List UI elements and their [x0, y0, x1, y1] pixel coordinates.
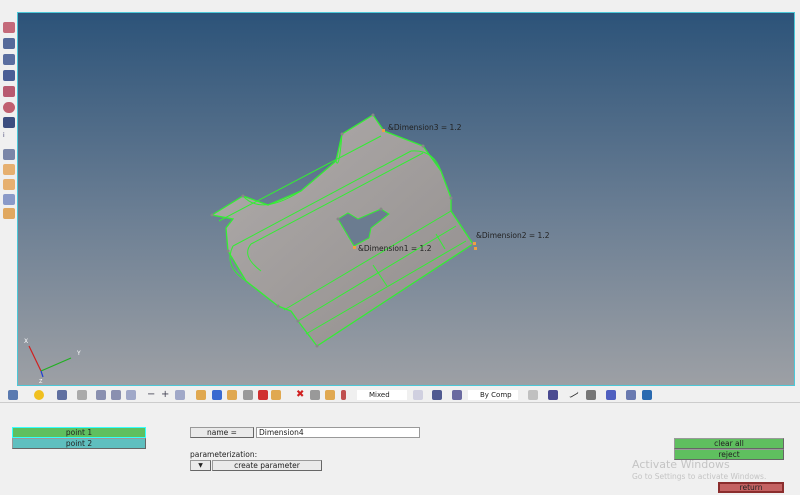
label-icon[interactable]	[3, 164, 15, 175]
display-mode-select[interactable]: Mixed	[357, 390, 407, 400]
link-icon[interactable]	[3, 194, 15, 205]
redo-icon[interactable]	[175, 390, 185, 400]
wireframe-icon[interactable]	[528, 390, 538, 400]
color-mode-select[interactable]: By Comp	[468, 390, 518, 400]
graphics-viewport[interactable]: X Y Z &Dimension3 = 1.2 &Dimension2 = 1.…	[17, 12, 795, 386]
axis-y-label: Y	[76, 350, 81, 357]
lasso-icon[interactable]	[413, 390, 423, 400]
surface-icon[interactable]	[432, 390, 442, 400]
parameterization-label: parameterization:	[190, 450, 258, 459]
folder-icon[interactable]	[227, 390, 237, 400]
folder-icon[interactable]	[325, 390, 335, 400]
dimension1-label[interactable]: &Dimension1 = 1.2	[358, 244, 431, 253]
dimension2-label[interactable]: &Dimension2 = 1.2	[476, 231, 549, 240]
undo-icon[interactable]	[126, 390, 136, 400]
info-icon[interactable]: i	[3, 132, 15, 143]
nodes-icon[interactable]	[626, 390, 636, 400]
label-icon[interactable]	[3, 179, 15, 190]
part-surface	[210, 114, 474, 347]
axis-triad	[28, 345, 72, 378]
arrow-right-icon[interactable]	[111, 390, 121, 400]
view-icon[interactable]	[3, 70, 15, 81]
pan-icon[interactable]	[3, 117, 15, 128]
minus-icon[interactable]: −	[147, 390, 157, 400]
dimension3-label[interactable]: &Dimension3 = 1.2	[388, 123, 461, 132]
gear-icon[interactable]	[8, 390, 18, 400]
folder-icon[interactable]	[258, 390, 268, 400]
folder-icon[interactable]	[196, 390, 206, 400]
cube-icon[interactable]	[452, 390, 462, 400]
star-icon[interactable]	[34, 390, 44, 400]
parameterization-dropdown[interactable]: ▼	[190, 460, 211, 471]
name-input[interactable]: Dimension4	[256, 427, 420, 438]
return-button[interactable]: return	[718, 482, 784, 493]
bottom-toolbar: − + ✖ Mixed By Comp	[0, 387, 800, 403]
shaded-icon[interactable]	[548, 390, 558, 400]
model-geometry: X Y Z	[24, 113, 477, 385]
mask-icon[interactable]	[310, 390, 320, 400]
view-icon[interactable]	[3, 102, 15, 113]
folder-icon[interactable]	[271, 390, 281, 400]
view-icon[interactable]	[3, 22, 15, 33]
split-icon[interactable]	[341, 390, 346, 400]
view-icon[interactable]	[3, 86, 15, 97]
point2-button[interactable]: point 2	[12, 438, 146, 449]
watermark-subtitle: Go to Settings to activate Windows.	[632, 472, 767, 481]
create-parameter-button[interactable]: create parameter	[212, 460, 322, 471]
monitor-icon[interactable]	[642, 390, 652, 400]
watermark-title: Activate Windows	[632, 458, 730, 471]
plane-icon[interactable]	[586, 390, 596, 400]
plane-icon[interactable]	[3, 208, 15, 219]
line-icon[interactable]	[567, 387, 579, 399]
folder-icon[interactable]	[243, 390, 253, 400]
view-icon[interactable]	[3, 38, 15, 49]
name-label-button[interactable]: name =	[190, 427, 254, 438]
view-icon[interactable]	[3, 54, 15, 65]
axis-x-label: X	[24, 338, 28, 345]
point1-button[interactable]: point 1	[12, 427, 146, 438]
arrow-left-icon[interactable]	[96, 390, 106, 400]
wrench-icon[interactable]	[77, 390, 87, 400]
delete-icon[interactable]: ✖	[296, 390, 306, 400]
diamond-icon[interactable]	[606, 390, 616, 400]
axis-z-label: Z	[39, 379, 43, 385]
left-toolbar: i	[0, 12, 17, 387]
grid-icon[interactable]	[57, 390, 67, 400]
folder-icon[interactable]	[212, 390, 222, 400]
plus-icon[interactable]: +	[161, 390, 171, 400]
clear-all-button[interactable]: clear all	[674, 438, 784, 449]
measure-icon[interactable]	[3, 149, 15, 160]
